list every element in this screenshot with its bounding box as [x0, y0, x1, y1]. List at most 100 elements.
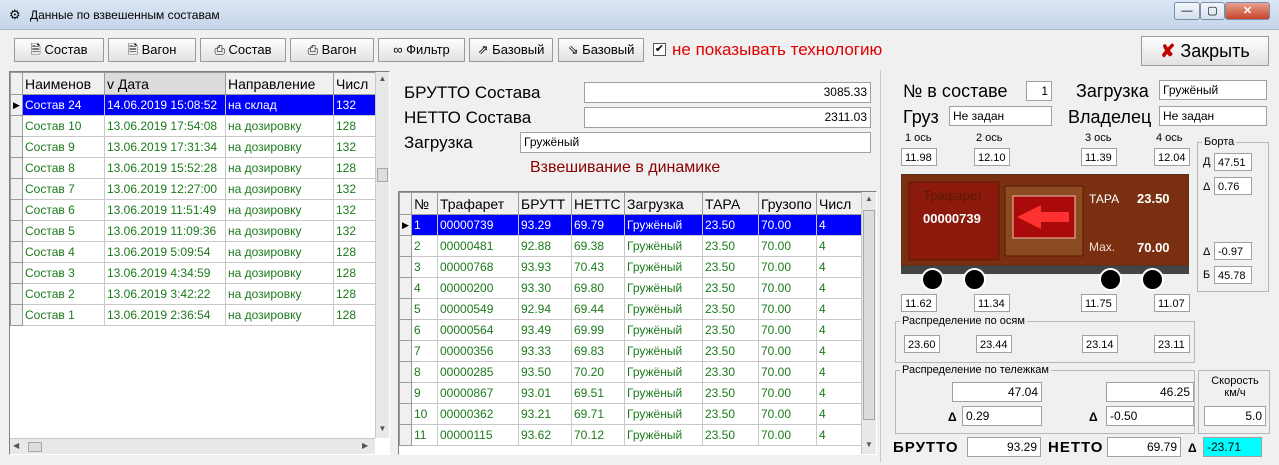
cell-tara[interactable]: 23.50 [702, 319, 759, 341]
cell-load[interactable]: Гружёный [624, 277, 703, 299]
cell-tara[interactable]: 23.50 [702, 214, 759, 236]
cell-capacity[interactable]: 70.00 [758, 214, 817, 236]
cell-axles[interactable]: 4 [816, 424, 862, 446]
wagon-row[interactable]: 3 00000768 93.93 70.43 Гружёный 23.50 70.00 4 [399, 256, 862, 278]
scroll-down-icon[interactable]: ▼ [376, 422, 389, 436]
cell-tara[interactable]: 23.50 [702, 382, 759, 404]
row-indicator[interactable] [399, 382, 412, 404]
cell-date[interactable]: 13.06.2019 11:09:36 [104, 220, 226, 242]
cell-date[interactable]: 13.06.2019 2:36:54 [104, 304, 226, 326]
wagon-row[interactable]: 6 00000564 93.49 69.99 Гружёный 23.50 70.00 4 [399, 319, 862, 341]
cell-netto[interactable]: 69.79 [571, 214, 625, 236]
printer-wagon-button[interactable]: ⎙ Вагон [290, 38, 374, 62]
cell-date[interactable]: 13.06.2019 17:31:34 [104, 136, 226, 158]
cell-stencil[interactable]: 00000564 [437, 319, 519, 341]
cell-dir[interactable]: на дозировку [225, 283, 334, 305]
cell-axles[interactable]: 4 [816, 403, 862, 425]
col-capacity[interactable]: Грузопо [758, 192, 817, 215]
row-indicator[interactable] [399, 256, 412, 278]
row-indicator[interactable] [10, 115, 23, 137]
cell-stencil[interactable]: 00000481 [437, 235, 519, 257]
row-indicator[interactable] [399, 235, 412, 257]
print-train-button[interactable]: 🗎 Состав [14, 38, 104, 62]
row-indicator[interactable] [399, 298, 412, 320]
cell-netto[interactable]: 69.99 [571, 319, 625, 341]
wagon-row[interactable]: 8 00000285 93.50 70.20 Гружёный 23.30 70.00 4 [399, 361, 862, 383]
cell-count[interactable]: 128 [333, 283, 376, 305]
wagon-row[interactable]: 2 00000481 92.88 69.38 Гружёный 23.50 70.00 4 [399, 235, 862, 257]
cell-name[interactable]: Состав 5 [22, 220, 105, 242]
cell-netto[interactable]: 69.71 [571, 403, 625, 425]
cell-stencil[interactable]: 00000115 [437, 424, 519, 446]
col-date[interactable]: v Дата [104, 72, 226, 95]
cell-num[interactable]: 8 [411, 361, 438, 383]
scroll-up-icon[interactable]: ▲ [376, 72, 389, 86]
cell-dir[interactable]: на дозировку [225, 199, 334, 221]
wagon-row[interactable]: 10 00000362 93.21 69.71 Гружёный 23.50 70.00 4 [399, 403, 862, 425]
cell-name[interactable]: Состав 2 [22, 283, 105, 305]
cell-stencil[interactable]: 00000768 [437, 256, 519, 278]
cell-brutto[interactable]: 92.94 [518, 298, 572, 320]
row-indicator[interactable] [10, 304, 23, 326]
cell-tara[interactable]: 23.50 [702, 235, 759, 257]
cell-load[interactable]: Гружёный [624, 361, 703, 383]
cell-stencil[interactable]: 00000285 [437, 361, 519, 383]
col-count[interactable]: Числ [333, 72, 376, 95]
row-indicator[interactable] [10, 178, 23, 200]
maximize-button[interactable]: ▢ [1200, 2, 1225, 20]
row-indicator[interactable] [10, 241, 23, 263]
cell-load[interactable]: Гружёный [624, 235, 703, 257]
cell-stencil[interactable]: 00000739 [437, 214, 519, 236]
row-indicator[interactable] [399, 361, 412, 383]
cell-load[interactable]: Гружёный [624, 298, 703, 320]
train-row[interactable]: Состав 5 13.06.2019 11:09:36 на дозировку 1… [10, 220, 376, 242]
cell-date[interactable]: 13.06.2019 3:42:22 [104, 283, 226, 305]
col-axles[interactable]: Числ [816, 192, 862, 215]
cell-name[interactable]: Состав 24 [22, 94, 105, 116]
cell-dir[interactable]: на дозировку [225, 304, 334, 326]
cell-capacity[interactable]: 70.00 [758, 424, 817, 446]
cell-count[interactable]: 132 [333, 136, 376, 158]
cell-count[interactable]: 128 [333, 115, 376, 137]
cell-brutto[interactable]: 93.30 [518, 277, 572, 299]
cell-capacity[interactable]: 70.00 [758, 298, 817, 320]
train-hscroll[interactable]: ◀ ▶ [10, 438, 375, 454]
cell-num[interactable]: 4 [411, 277, 438, 299]
row-indicator[interactable] [10, 220, 23, 242]
scroll-thumb[interactable] [863, 210, 875, 420]
cell-capacity[interactable]: 70.00 [758, 403, 817, 425]
cell-stencil[interactable]: 00000200 [437, 277, 519, 299]
cell-name[interactable]: Состав 9 [22, 136, 105, 158]
cell-date[interactable]: 13.06.2019 5:09:54 [104, 241, 226, 263]
row-indicator[interactable] [10, 157, 23, 179]
cell-netto[interactable]: 69.80 [571, 277, 625, 299]
cell-axles[interactable]: 4 [816, 361, 862, 383]
row-indicator[interactable] [10, 262, 23, 284]
col-name[interactable]: Наименов [22, 72, 105, 95]
cell-num[interactable]: 3 [411, 256, 438, 278]
cell-netto[interactable]: 69.44 [571, 298, 625, 320]
cell-date[interactable]: 13.06.2019 4:34:59 [104, 262, 226, 284]
cell-netto[interactable]: 69.38 [571, 235, 625, 257]
filter-button[interactable]: ∞ Фильтр [378, 38, 465, 62]
wagon-vscroll[interactable]: ▲ ▼ [861, 192, 876, 454]
row-indicator[interactable] [399, 277, 412, 299]
wagon-row[interactable]: 11 00000115 93.62 70.12 Гружёный 23.50 70.00 4 [399, 424, 862, 446]
cell-load[interactable]: Гружёный [624, 382, 703, 404]
cell-date[interactable]: 13.06.2019 15:52:28 [104, 157, 226, 179]
cell-num[interactable]: 9 [411, 382, 438, 404]
wagon-row[interactable]: 4 00000200 93.30 69.80 Гружёный 23.50 70.00 4 [399, 277, 862, 299]
cell-capacity[interactable]: 70.00 [758, 319, 817, 341]
cell-axles[interactable]: 4 [816, 214, 862, 236]
print-wagon-button[interactable]: 🗎 Вагон [108, 38, 196, 62]
cell-netto[interactable]: 70.43 [571, 256, 625, 278]
close-window-button[interactable]: ✕ [1225, 2, 1270, 20]
cell-tara[interactable]: 23.50 [702, 277, 759, 299]
wagon-row[interactable]: 7 00000356 93.33 69.83 Гружёный 23.50 70.00 4 [399, 340, 862, 362]
wagon-row[interactable]: 5 00000549 92.94 69.44 Гружёный 23.50 70.00 4 [399, 298, 862, 320]
train-row[interactable]: Состав 3 13.06.2019 4:34:59 на дозировку 12… [10, 262, 376, 284]
cell-tara[interactable]: 23.50 [702, 298, 759, 320]
cell-num[interactable]: 1 [411, 214, 438, 236]
cell-count[interactable]: 132 [333, 178, 376, 200]
cell-name[interactable]: Состав 4 [22, 241, 105, 263]
